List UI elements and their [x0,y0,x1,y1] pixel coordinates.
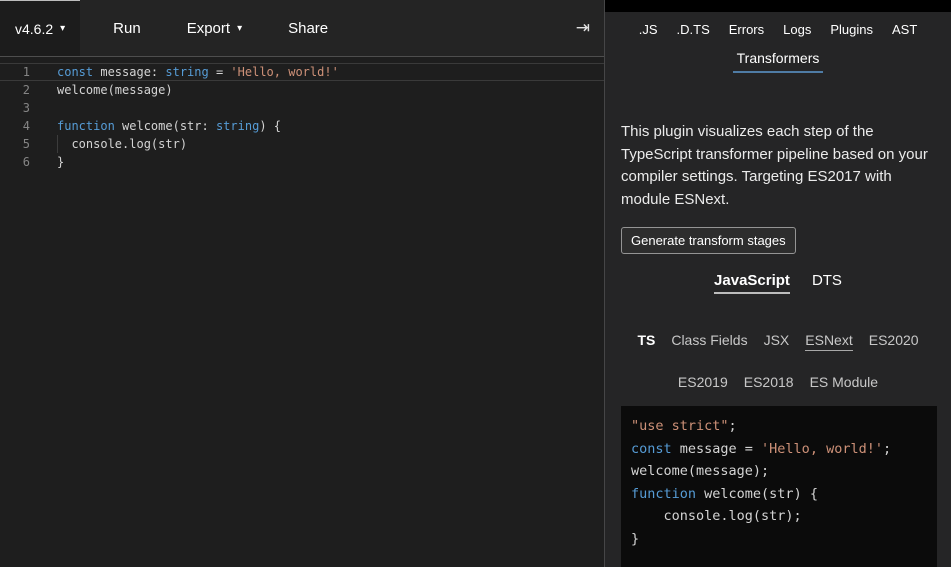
code-line: welcome(message) [40,81,173,99]
typescript-playground: v4.6.2 ▾ RunExport▾Share ⇥ 1const messag… [0,0,951,567]
editor-line[interactable]: 2 welcome(message) [0,81,604,99]
stage-tab-es2019[interactable]: ES2019 [678,374,728,392]
code-token: console.log(str) [57,137,187,151]
stage-tab-class-fields[interactable]: Class Fields [671,332,747,351]
toolbar-item-run[interactable]: Run [90,0,164,56]
code-token: function [631,486,696,502]
line-number: 5 [0,135,40,153]
output-code-line: welcome(message); [631,460,927,483]
tab-errors[interactable]: Errors [724,20,769,39]
dock-sidebar-icon[interactable]: ⇥ [576,18,590,38]
code-token: ; [729,418,737,434]
output-code: "use strict";const message = 'Hello, wor… [621,406,937,567]
code-token: console.log(str); [631,508,802,524]
stage-tab-esnext[interactable]: ESNext [805,332,852,351]
editor-line[interactable]: 3 [0,99,604,117]
code-line: } [40,153,64,171]
code-token: = [209,65,231,79]
code-token: ) { [259,119,281,133]
editor-line[interactable]: 1const message: string = 'Hello, world!' [0,63,604,81]
toolbar: v4.6.2 ▾ RunExport▾Share ⇥ [0,0,604,57]
code-token: welcome(message); [631,463,769,479]
stage-tab-ts[interactable]: TS [637,332,655,351]
top-strip [605,0,951,12]
code-line: const message: string = 'Hello, world!' [40,63,339,81]
code-token: "use strict" [631,418,729,434]
code-line: console.log(str) [40,135,187,153]
plugin-tab-row: Transformers [605,43,951,81]
code-token: const [631,441,672,457]
editor-line[interactable]: 6} [0,153,604,171]
version-dropdown[interactable]: v4.6.2 ▾ [0,0,80,56]
code-token: message: [93,65,165,79]
sidebar-tabs: .JS .D.TS Errors Logs Plugins AST [605,12,951,43]
code-token: 'Hello, world!' [230,65,338,79]
toolbar-item-export[interactable]: Export▾ [164,0,265,56]
editor-pane: v4.6.2 ▾ RunExport▾Share ⇥ 1const messag… [0,0,605,567]
line-number: 4 [0,117,40,135]
code-token: ; [883,441,891,457]
code-line [40,99,57,117]
output-code-line: const message = 'Hello, world!'; [631,438,927,461]
line-number: 3 [0,99,40,117]
tab-dts[interactable]: .D.TS [672,20,715,39]
sidebar-panel: .JS .D.TS Errors Logs Plugins AST Transformer… [605,0,951,567]
indent-guide [57,135,58,153]
version-label: v4.6.2 [15,21,53,37]
toolbar-item-share[interactable]: Share [265,0,351,56]
chevron-down-icon: ▾ [60,23,65,34]
stage-tab-es-module[interactable]: ES Module [810,374,878,392]
code-token: welcome(str) { [696,486,818,502]
output-code-line: } [631,528,927,551]
stage-tab-jsx[interactable]: JSX [764,332,790,351]
stage-tabs: TS Class Fields JSX ESNext ES2020 ES2019 ES201… [605,332,951,392]
code-token: const [57,65,93,79]
output-tabs: JavaScript DTS [605,272,951,294]
tab-plugins[interactable]: Plugins [825,20,878,39]
output-code-line: "use strict"; [631,415,927,438]
code-token: message = [672,441,761,457]
output-tab-javascript[interactable]: JavaScript [714,272,790,294]
chevron-down-icon: ▾ [237,23,242,34]
line-number: 6 [0,153,40,171]
code-token: } [57,155,64,169]
tab-js[interactable]: .JS [634,20,663,39]
code-token: function [57,119,115,133]
line-number: 1 [0,63,40,81]
editor-line[interactable]: 4function welcome(str: string) { [0,117,604,135]
code-token: string [216,119,259,133]
code-editor[interactable]: 1const message: string = 'Hello, world!'… [0,57,604,567]
tab-ast[interactable]: AST [887,20,922,39]
code-line: function welcome(str: string) { [40,117,281,135]
code-token: welcome(message) [57,83,173,97]
generate-transform-stages-button[interactable]: Generate transform stages [621,227,796,254]
output-code-line: console.log(str); [631,505,927,528]
code-token: 'Hello, world!' [761,441,883,457]
tab-logs[interactable]: Logs [778,20,816,39]
stage-tab-es2020[interactable]: ES2020 [869,332,919,351]
code-token: } [631,531,639,547]
line-number: 2 [0,81,40,99]
tab-transformers[interactable]: Transformers [733,50,824,73]
editor-line[interactable]: 5 console.log(str) [0,135,604,153]
stage-tab-es2018[interactable]: ES2018 [744,374,794,392]
toolbar-menu: RunExport▾Share [90,0,351,56]
plugin-description: This plugin visualizes each step of the … [605,81,951,211]
code-token: string [165,65,208,79]
output-code-line: function welcome(str) { [631,483,927,506]
output-tab-dts[interactable]: DTS [812,272,842,294]
code-token: welcome(str: [115,119,216,133]
